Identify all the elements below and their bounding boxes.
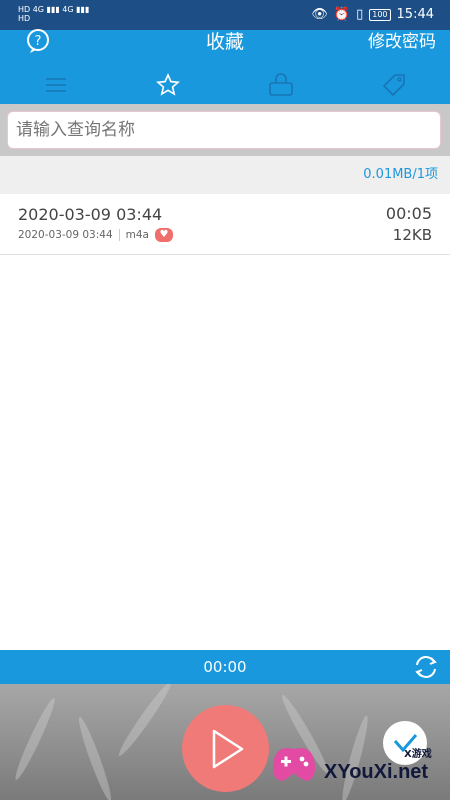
app-bar: 收藏 ? 修改密码 <box>0 29 450 104</box>
question-icon[interactable]: ? <box>26 29 50 53</box>
tab-favorites[interactable] <box>148 70 188 100</box>
status-bar: HD 4G ▮▮▮ 4G ▮▮▮ HD 👁 ⏰ ▯ 100 15:44 <box>0 0 450 30</box>
summary-text: 0.01MB/1项 <box>363 167 438 182</box>
background-leaf <box>11 696 59 782</box>
background-leaf <box>74 715 116 800</box>
play-icon <box>212 729 244 769</box>
status-time: 15:44 <box>396 7 434 22</box>
tag-icon <box>383 74 405 96</box>
storage-summary: 0.01MB/1项 <box>0 156 450 194</box>
recording-meta: 2020-03-09 03:44 m4a ♥ <box>18 228 173 242</box>
star-icon <box>156 73 180 96</box>
play-button[interactable] <box>182 705 269 792</box>
watermark-top-text: X游戏 <box>404 749 432 760</box>
list-icon <box>46 78 66 92</box>
lock-icon <box>269 73 293 96</box>
gamepad-icon <box>273 748 315 781</box>
svg-text:?: ? <box>35 34 42 49</box>
tab-tags[interactable] <box>374 70 414 100</box>
recording-row[interactable]: 2020-03-09 03:44 2020-03-09 03:44 m4a ♥ … <box>0 194 450 255</box>
watermark-text: XYouXi.net <box>324 761 429 783</box>
search-input[interactable] <box>7 111 441 149</box>
signal-line-1: HD 4G ▮▮▮ 4G ▮▮▮ <box>18 5 90 14</box>
playback-time: 00:00 <box>203 658 247 676</box>
meta-divider <box>118 229 120 241</box>
battery-indicator: 100 <box>369 8 391 21</box>
eye-icon: 👁 <box>311 7 328 22</box>
tab-locked[interactable] <box>261 70 301 100</box>
heart-icon: ♥ <box>154 228 173 242</box>
watermark-logo: X游戏 XYouXi.net <box>268 735 448 795</box>
vibrate-icon: ▯ <box>356 7 364 22</box>
recording-size: 12KB <box>392 226 432 244</box>
tab-bar <box>0 70 450 100</box>
tab-list[interactable] <box>36 70 76 100</box>
recording-format: m4a <box>125 229 149 241</box>
recording-duration: 00:05 <box>385 204 432 223</box>
alarm-icon: ⏰ <box>333 7 351 22</box>
signal-indicators: HD 4G ▮▮▮ 4G ▮▮▮ HD <box>18 5 89 23</box>
signal-line-2: HD <box>18 14 31 23</box>
search-bar <box>0 104 450 156</box>
status-right: 👁 ⏰ ▯ 100 15:44 <box>311 7 434 22</box>
change-password-button[interactable]: 修改密码 <box>368 30 436 54</box>
recording-date: 2020-03-09 03:44 <box>18 229 113 241</box>
background-leaf <box>115 684 175 759</box>
recording-title: 2020-03-09 03:44 <box>18 205 163 224</box>
repeat-icon[interactable] <box>412 653 440 681</box>
player-bar: 00:00 <box>0 650 450 684</box>
